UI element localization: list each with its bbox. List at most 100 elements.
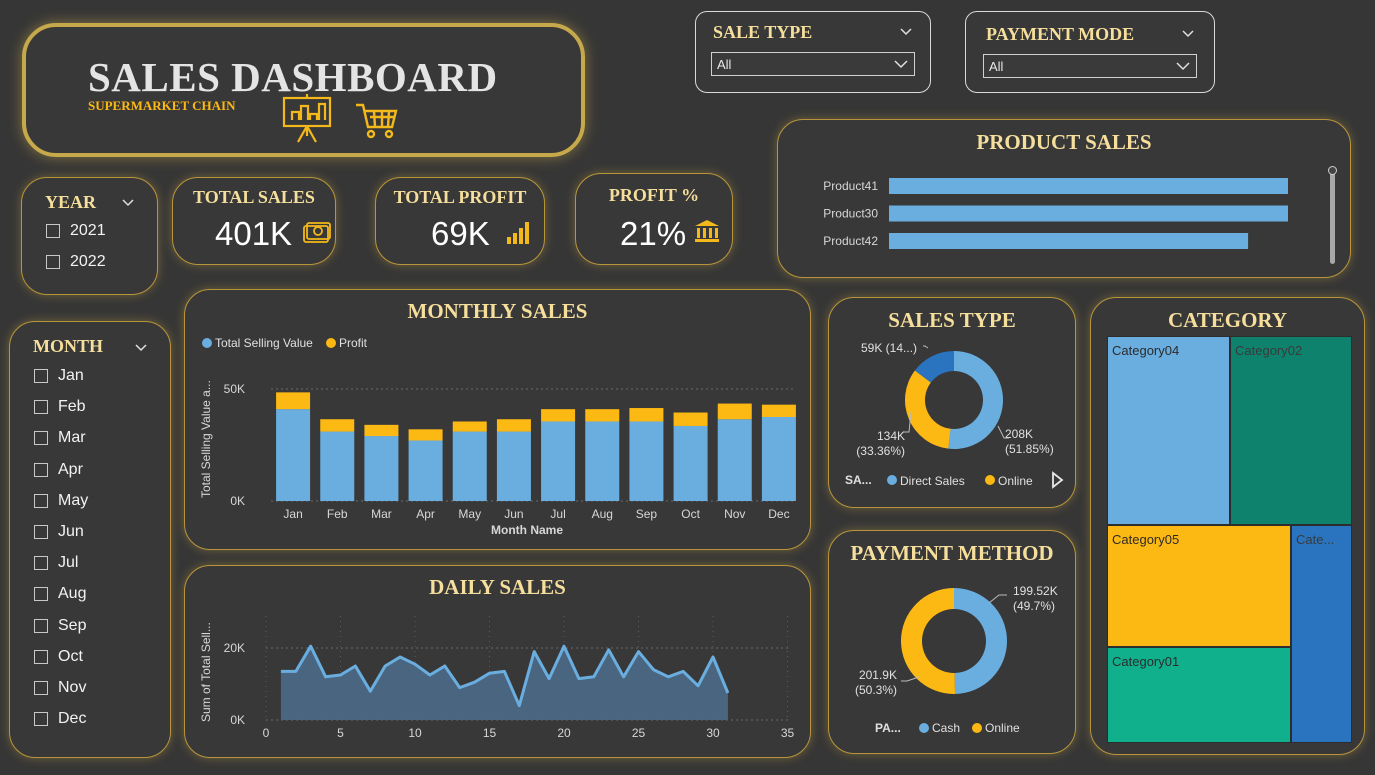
- month-option[interactable]: Jan: [34, 367, 84, 385]
- y-axis-label: Total Selling Value a...: [199, 380, 213, 498]
- legend-title: SA...: [845, 473, 872, 487]
- checkbox[interactable]: [34, 587, 48, 602]
- y-axis-label: Sum of Total Sell...: [199, 622, 213, 722]
- checkbox[interactable]: [34, 369, 48, 383]
- month-option-label: Dec: [58, 710, 87, 728]
- checkbox[interactable]: [34, 400, 48, 415]
- legend-title: PA...: [875, 721, 901, 735]
- scrollbar[interactable]: [1330, 168, 1335, 264]
- month-option[interactable]: Jul: [34, 554, 78, 572]
- month-option[interactable]: Feb: [34, 398, 86, 416]
- shopping-cart-icon: [356, 103, 398, 139]
- bar-total-selling-value: [496, 431, 531, 501]
- month-option[interactable]: Jun: [34, 523, 84, 541]
- chevron-down-icon[interactable]: [135, 344, 147, 352]
- month-slicer[interactable]: MONTH Jan Feb Mar Apr May Jun Jul Aug Sep Oct Nov D…: [9, 321, 171, 758]
- treemap-tile[interactable]: Category02: [1230, 336, 1352, 525]
- x-tick-label: Oct: [681, 507, 700, 521]
- x-tick-label: 25: [632, 726, 646, 740]
- kpi-value: 69K: [431, 215, 490, 252]
- payment-mode-value: All: [989, 59, 1004, 74]
- x-tick-label: 10: [408, 726, 422, 740]
- bar-profit: [364, 424, 399, 437]
- bar-profit: [408, 429, 443, 441]
- kpi-profit-pct: PROFIT % 21%: [575, 173, 733, 265]
- data-label: (50.3%): [855, 683, 897, 697]
- bar-total-selling-value: [452, 431, 487, 501]
- month-option-label: May: [58, 491, 89, 509]
- checkbox[interactable]: [46, 224, 60, 238]
- x-tick-label: 30: [706, 726, 720, 740]
- month-option[interactable]: Dec: [34, 710, 86, 728]
- chevron-down-icon[interactable]: [1182, 30, 1194, 38]
- year-option-2022[interactable]: 2022: [46, 253, 106, 271]
- legend-label: Cash: [932, 721, 960, 735]
- sales-type-donut: 59K (14...) 134K(33.36%) 208K(51.85%) SA...…: [845, 341, 1064, 489]
- treemap-tile[interactable]: Cate...: [1291, 525, 1352, 743]
- treemap-label: Category05: [1112, 532, 1180, 547]
- x-tick-label: Nov: [724, 507, 745, 521]
- month-option[interactable]: Aug: [34, 585, 86, 603]
- payment-mode-slicer[interactable]: PAYMENT MODE All: [965, 11, 1215, 93]
- treemap-tile[interactable]: Category04: [1107, 336, 1230, 525]
- month-option-label: Nov: [58, 679, 87, 696]
- y-tick-label: 50K: [224, 382, 245, 396]
- month-option[interactable]: Nov: [34, 679, 86, 697]
- treemap-tile[interactable]: Category01: [1107, 647, 1291, 743]
- bar-profit: [541, 409, 576, 422]
- daily-area: [280, 646, 728, 720]
- year-option-2021[interactable]: 2021: [46, 222, 106, 240]
- sale-type-value: All: [717, 57, 732, 72]
- month-option-label: Oct: [58, 647, 83, 665]
- month-option[interactable]: Oct: [34, 648, 83, 666]
- checkbox[interactable]: [34, 618, 48, 633]
- checkbox[interactable]: [34, 525, 48, 539]
- kpi-total-profit: TOTAL PROFIT 69K: [375, 177, 545, 265]
- checkbox[interactable]: [34, 681, 48, 695]
- x-tick-label: Aug: [592, 507, 613, 521]
- checkbox[interactable]: [34, 649, 48, 664]
- y-tick-label: 0K: [230, 494, 245, 508]
- scrollbar-handle[interactable]: [1328, 166, 1337, 175]
- chevron-down-icon[interactable]: [122, 199, 134, 207]
- presentation-chart-icon: [282, 94, 332, 143]
- bar-signal-icon: [507, 222, 529, 244]
- month-option[interactable]: Apr: [34, 461, 83, 479]
- sales-type-card: SALES TYPE 59K (14...) 134K (33.36%) 208K (5…: [828, 297, 1076, 508]
- sale-type-slicer[interactable]: SALE TYPE All: [695, 11, 931, 93]
- leader-line: [988, 594, 1007, 604]
- x-tick-label: 20: [557, 726, 571, 740]
- data-label: 208K: [1005, 427, 1033, 441]
- checkbox[interactable]: [34, 462, 48, 477]
- bar-profit: [673, 412, 708, 426]
- payment-mode-dropdown[interactable]: All: [983, 54, 1197, 78]
- checkbox[interactable]: [34, 493, 48, 508]
- sale-type-dropdown[interactable]: All: [711, 52, 915, 76]
- month-option[interactable]: Sep: [34, 617, 86, 635]
- year-option-label: 2021: [70, 222, 106, 239]
- kpi-total-sales: TOTAL SALES 401K: [172, 177, 336, 265]
- legend-swatch: [326, 338, 336, 348]
- checkbox[interactable]: [34, 431, 48, 446]
- x-tick-label: Apr: [416, 507, 435, 521]
- chevron-down-icon[interactable]: [900, 28, 912, 36]
- payment-method-card: PAYMENT METHOD 199.52K (49.7%) 201.9K (50.3…: [828, 530, 1076, 754]
- product-label: Product42: [823, 234, 878, 248]
- treemap-tile[interactable]: Category05: [1107, 525, 1291, 647]
- treemap-label: Category04: [1112, 343, 1180, 358]
- x-tick-label: Jan: [283, 507, 302, 521]
- month-option[interactable]: Mar: [34, 429, 86, 447]
- checkbox[interactable]: [46, 255, 60, 269]
- year-slicer[interactable]: YEAR 2021 2022: [21, 177, 158, 295]
- product-sales-card: PRODUCT SALES Product41 Product30 Product4…: [777, 119, 1351, 278]
- donut-slice: [948, 351, 1003, 449]
- legend-swatch: [972, 723, 982, 733]
- product-label: Product41: [823, 179, 878, 193]
- checkbox[interactable]: [34, 712, 48, 727]
- donut-slice: [905, 370, 951, 449]
- x-tick-label: 15: [483, 726, 497, 740]
- month-option-label: Apr: [58, 460, 83, 478]
- checkbox[interactable]: [34, 556, 48, 571]
- data-label: (51.85%): [1005, 442, 1054, 456]
- month-option[interactable]: May: [34, 492, 88, 510]
